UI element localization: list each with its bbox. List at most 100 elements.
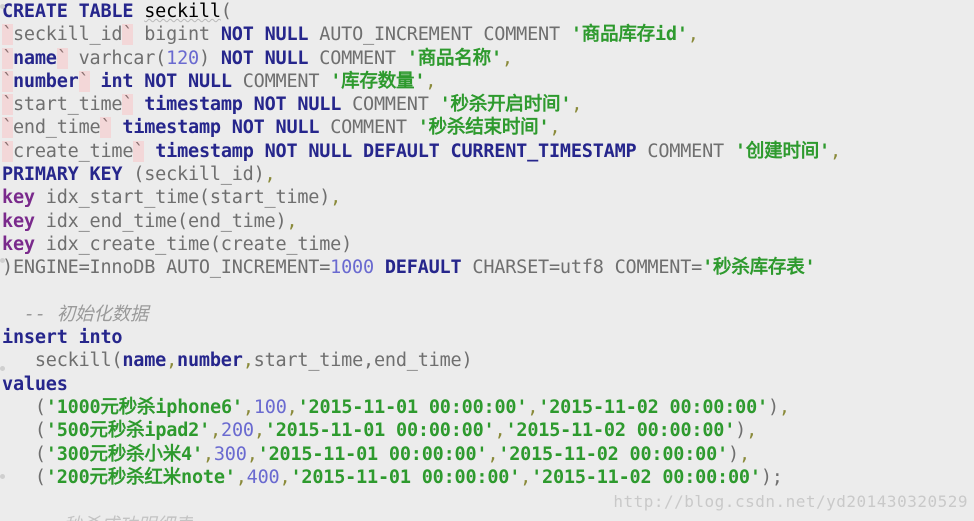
token-tick: ` — [122, 94, 134, 116]
token-kw: timestamp NOT NULL — [144, 94, 342, 116]
token-plain: )ENGINE=InnoDB AUTO_INCREMENT= — [2, 257, 331, 279]
token-kw: CREATE TABLE — [2, 1, 134, 22]
line-col-end-time: `end_time` timestamp NOT NULL COMMENT '秒… — [0, 116, 974, 139]
token-plain: bigint — [133, 24, 221, 46]
token-kw2: key — [2, 210, 35, 232]
token-punc: , — [738, 443, 750, 465]
line-col-number: `number` int NOT NULL COMMENT '库存数量', — [0, 70, 974, 93]
token-plain: start_time — [12, 94, 123, 116]
token-punc: , — [166, 350, 178, 372]
token-plain: (seckill_id) — [122, 164, 265, 186]
line-key-idx-create-time: key idx_create_time(create_time) — [0, 233, 974, 256]
token-kw2: key — [2, 233, 35, 255]
token-plain: ( — [220, 1, 232, 22]
token-punc: , — [746, 420, 758, 442]
line-comment-init: -- 初始化数据 — [0, 303, 974, 326]
token-plain: ( — [2, 420, 46, 442]
token-cmt: -- 初始化数据 — [23, 303, 149, 325]
token-tick: ` — [2, 94, 13, 116]
token-num: 200 — [221, 420, 254, 442]
token-punc: , — [687, 24, 699, 46]
token-plain: CHARSET=utf8 COMMENT= — [461, 257, 703, 279]
fold-marker-icon-4[interactable] — [0, 474, 5, 479]
line-insert-columns: seckill(name,number,start_time,end_time) — [0, 349, 974, 372]
cutoff-comment-line: -- 秒杀成功明细表 — [30, 511, 193, 521]
line-values-row-3: ('300元秒杀小米4',300,'2015-11-01 00:00:00','… — [0, 443, 974, 466]
token-punc: , — [549, 117, 561, 139]
token-kw: timestamp NOT NULL DEFAULT CURRENT_TIMES… — [155, 140, 637, 162]
token-kw: NOT NULL — [220, 24, 309, 46]
token-kw: insert into — [2, 327, 123, 349]
line-col-start-time: `start_time` timestamp NOT NULL COMMENT … — [0, 93, 974, 116]
line-values-keyword: values — [0, 373, 974, 396]
token-tick: ` — [100, 117, 112, 139]
token-plain: idx_end_time(end_time) — [34, 210, 287, 232]
token-punc: , — [210, 420, 221, 442]
token-plain: ) — [728, 443, 739, 465]
token-punc: , — [501, 47, 513, 69]
token-punc: , — [246, 443, 258, 465]
token-punc: , — [264, 164, 276, 186]
token-punc: , — [242, 397, 254, 419]
token-tick: ` — [2, 24, 13, 46]
token-punc: , — [571, 94, 583, 116]
token-tick: ` — [2, 47, 13, 69]
token-kw: PRIMARY KEY — [2, 164, 123, 186]
line-col-create-time: `create_time` timestamp NOT NULL DEFAULT… — [0, 140, 974, 163]
token-punc: , — [235, 466, 247, 488]
token-plain: seckill( — [2, 350, 123, 372]
line-primary-key: PRIMARY KEY (seckill_id), — [0, 163, 974, 186]
token-kw: int NOT NULL — [100, 70, 232, 92]
token-kw: NOT NULL — [220, 47, 309, 69]
token-plain: idx_start_time(start_time) — [34, 187, 331, 209]
line-key-idx-end-time: key idx_end_time(end_time), — [0, 210, 974, 233]
fold-marker-icon-1[interactable] — [0, 4, 5, 9]
token-plain: ) — [767, 397, 779, 419]
token-str: '2015-11-01 00:00:00' — [290, 466, 521, 488]
token-plain: create_time — [12, 140, 134, 162]
token-plain: COMMENT — [319, 117, 418, 139]
token-str: '创建时间' — [734, 140, 830, 162]
token-num: 300 — [213, 443, 247, 465]
token-str: '2015-11-02 00:00:00' — [538, 397, 768, 419]
token-punc: , — [286, 210, 298, 232]
line-values-row-1: ('1000元秒杀iphone6',100,'2015-11-01 00:00:… — [0, 396, 974, 419]
token-punc: , — [330, 187, 342, 209]
token-num: 400 — [246, 466, 280, 488]
fold-marker-icon-2[interactable] — [0, 258, 5, 263]
token-str: '500元秒杀ipad2' — [45, 420, 211, 442]
token-str: '库存数量' — [330, 70, 426, 92]
token-plain: ); — [760, 466, 783, 488]
token-str: '200元秒杀红米note' — [45, 466, 236, 488]
token-plain: COMMENT — [308, 47, 407, 69]
token-plain: COMMENT — [341, 94, 440, 116]
token-str: '2015-11-01 00:00:00' — [257, 443, 488, 465]
token-spell: seckill — [144, 1, 221, 22]
token-punc: , — [279, 466, 291, 488]
token-punc: , — [527, 397, 539, 419]
line-key-idx-start-time: key idx_start_time(start_time), — [0, 186, 974, 209]
token-punc: , — [487, 443, 499, 465]
token-plain: end_time — [12, 117, 101, 139]
line-values-row-4: ('200元秒杀红米note',400,'2015-11-01 00:00:00… — [0, 466, 974, 489]
token-str: '秒杀开启时间' — [439, 94, 572, 116]
token-punc: , — [830, 140, 841, 162]
token-punc: , — [778, 397, 790, 419]
fold-marker-icon-3[interactable] — [0, 366, 5, 371]
line-col-seckill-id: `seckill_id` bigint NOT NULL AUTO_INCREM… — [0, 23, 974, 46]
token-plain: seckill_id — [12, 24, 123, 46]
token-plain: ( — [2, 443, 46, 465]
token-plain: COMMENT — [636, 140, 735, 162]
token-punc: , — [425, 70, 437, 92]
token-plain: varhcar( — [67, 47, 167, 69]
token-num: 120 — [166, 47, 199, 69]
token-plain: ) — [735, 420, 747, 442]
line-values-row-2: ('500元秒杀ipad2',200,'2015-11-01 00:00:00'… — [0, 419, 974, 442]
token-kw: name — [12, 47, 57, 69]
token-kw: number — [177, 350, 243, 372]
sql-code-block[interactable]: CREATE TABLE seckill(`seckill_id` bigint… — [0, 0, 974, 521]
